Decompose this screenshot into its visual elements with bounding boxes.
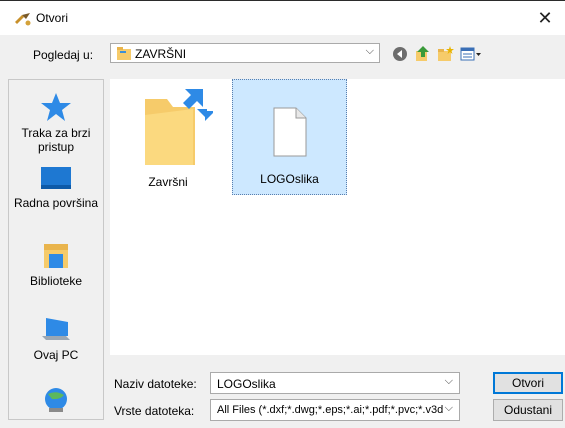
file-list: Završni LOGOslika [110, 79, 565, 355]
look-in-dropdown[interactable]: ZAVRŠNI ⌵ [110, 43, 380, 63]
filetype-value: All Files (*.dxf;*.dwg;*.eps;*.ai;*.pdf;… [217, 404, 443, 416]
folder-icon [117, 47, 131, 60]
quick-access-star-icon [41, 93, 71, 121]
view-menu-icon[interactable] [460, 45, 482, 63]
chevron-down-icon: ⌵ [444, 375, 453, 387]
chevron-down-icon: ⌵ [365, 45, 374, 57]
open-dialog: Pogledaj u: ZAVRŠNI ⌵ Traka za brzi pris… [0, 35, 565, 428]
place-libraries[interactable]: Biblioteke [9, 242, 103, 288]
place-label: Radna površina [13, 196, 99, 210]
app-icon [15, 13, 31, 26]
chevron-down-icon: ⌵ [444, 402, 453, 414]
place-this-pc[interactable]: Ovaj PC [9, 316, 103, 362]
window-title: Otvori [36, 11, 69, 25]
this-pc-icon [42, 318, 70, 340]
place-quick-access[interactable]: Traka za brzi pristup [9, 92, 103, 154]
new-folder-icon[interactable] [437, 45, 455, 63]
file-name: LOGOslika [260, 172, 319, 186]
close-icon: ✕ [537, 8, 553, 28]
filetype-label: Vrste datoteka: [114, 404, 195, 418]
back-icon[interactable] [391, 45, 409, 63]
place-label: Ovaj PC [33, 348, 79, 362]
place-label: Traka za brzi pristup [21, 126, 91, 154]
network-icon [45, 388, 67, 412]
desktop-icon [41, 167, 71, 189]
filename-label: Naziv datoteke: [114, 377, 197, 391]
file-item-zavrsni[interactable]: Završni [120, 85, 216, 201]
open-button[interactable]: Otvori [493, 372, 563, 394]
look-in-value: ZAVRŠNI [135, 47, 187, 61]
place-desktop[interactable]: Radna površina [9, 166, 103, 210]
filetype-select[interactable]: All Files (*.dxf;*.dwg;*.eps;*.ai;*.pdf;… [210, 399, 460, 421]
places-bar: Traka za brzi pristup Radna površina Bib… [8, 79, 104, 420]
cancel-button[interactable]: Odustani [493, 399, 563, 421]
filename-value: LOGOslika [217, 377, 276, 391]
file-name: Završni [148, 175, 188, 189]
title-bar: Otvori ✕ [0, 0, 565, 35]
folder-shortcut-icon [145, 89, 213, 165]
place-label: Biblioteke [29, 274, 83, 288]
filename-field[interactable]: LOGOslika ⌵ [210, 372, 460, 394]
file-item-logoslika[interactable]: LOGOslika [232, 79, 347, 195]
libraries-icon [44, 244, 68, 268]
place-network[interactable] [9, 386, 103, 418]
up-folder-icon[interactable] [414, 45, 432, 63]
blank-file-icon [273, 107, 306, 157]
close-button[interactable]: ✕ [533, 6, 557, 30]
look-in-label: Pogledaj u: [33, 48, 94, 62]
